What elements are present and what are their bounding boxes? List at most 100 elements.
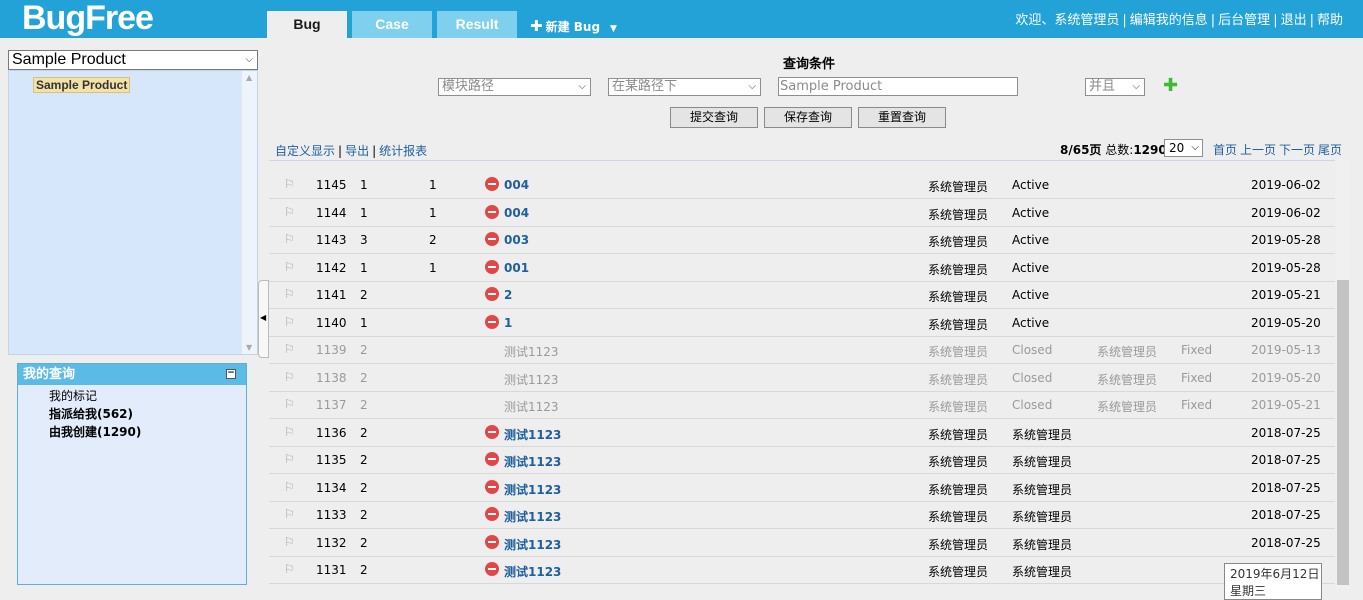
table-scrollbar[interactable] bbox=[1336, 160, 1350, 590]
custom-display-link[interactable]: 自定义显示 bbox=[275, 144, 335, 158]
page-info: 8/65页 总数:1290 bbox=[1060, 141, 1167, 158]
flag-icon[interactable]: ⚐ bbox=[284, 232, 295, 246]
flag-icon[interactable]: ⚐ bbox=[284, 562, 295, 576]
flag-icon[interactable]: ⚐ bbox=[284, 535, 295, 549]
table-row[interactable]: ⚐ 1135 2 测试1123 系统管理员 系统管理员 2018-07-25 bbox=[269, 447, 1335, 474]
help-link[interactable]: 帮助 bbox=[1317, 13, 1343, 28]
query-field-select[interactable]: 模块路径 ⌵ bbox=[438, 78, 591, 96]
bug-title[interactable]: 测试1123 bbox=[504, 426, 561, 443]
tab-bug[interactable]: Bug bbox=[267, 11, 347, 38]
query-operator-select[interactable]: 在某路径下 ⌵ bbox=[608, 78, 761, 96]
table-row[interactable]: ⚐ 1141 2 2 系统管理员 Active 2019-05-21 bbox=[269, 282, 1335, 309]
query-value-input[interactable]: Sample Product bbox=[778, 77, 1018, 96]
bug-id: 1145 bbox=[316, 178, 347, 192]
table-row[interactable]: ⚐ 1137 2 测试1123 系统管理员 Closed 系统管理员 Fixed 2019-05… bbox=[269, 392, 1335, 419]
bug-id: 1132 bbox=[316, 535, 347, 550]
bug-id: 1139 bbox=[316, 343, 347, 357]
product-select[interactable]: Sample Product ⌵ bbox=[8, 50, 258, 70]
flag-icon[interactable]: ⚐ bbox=[284, 370, 295, 384]
bug-title[interactable]: 1 bbox=[504, 316, 512, 330]
bug-table: ⚐ 1145 1 1 004 系统管理员 Active 2019-06-02 ⚐ 1144 1 1 00… bbox=[269, 160, 1335, 590]
severity: 3 bbox=[360, 233, 368, 247]
table-row[interactable]: ⚐ 1131 2 测试1123 系统管理员 系统管理员 bbox=[269, 557, 1335, 584]
report-link[interactable]: 统计报表 bbox=[379, 144, 427, 158]
chevron-down-icon[interactable]: ▼ bbox=[610, 24, 617, 34]
bug-title[interactable]: 测试1123 bbox=[504, 371, 559, 388]
flag-icon[interactable]: ⚐ bbox=[284, 177, 295, 191]
my-query-marked[interactable]: 我的标记 bbox=[49, 387, 246, 405]
flag-icon[interactable]: ⚐ bbox=[284, 452, 295, 466]
bug-title[interactable]: 测试1123 bbox=[504, 508, 561, 525]
submit-query-button[interactable]: 提交查询 bbox=[670, 107, 758, 128]
flag-icon[interactable]: ⚐ bbox=[284, 397, 295, 411]
table-row[interactable]: ⚐ 1142 1 1 001 系统管理员 Active 2019-05-28 bbox=[269, 255, 1335, 282]
active-stop-icon bbox=[485, 314, 499, 329]
bug-title[interactable]: 004 bbox=[504, 206, 529, 220]
scroll-up-icon[interactable]: ▲ bbox=[246, 73, 252, 82]
table-row[interactable]: ⚐ 1138 2 测试1123 系统管理员 Closed 系统管理员 Fixed 2019-05… bbox=[269, 365, 1335, 392]
logout-link[interactable]: 退出 bbox=[1281, 13, 1307, 28]
flag-icon[interactable]: ⚐ bbox=[284, 480, 295, 494]
last-page-link[interactable]: 尾页 bbox=[1318, 143, 1342, 157]
page-size-select[interactable]: 20 ⌵ bbox=[1164, 139, 1203, 157]
bug-id: 1140 bbox=[316, 315, 347, 330]
save-query-button[interactable]: 保存查询 bbox=[764, 107, 852, 128]
first-page-link[interactable]: 首页 bbox=[1213, 143, 1237, 157]
bug-title[interactable]: 测试1123 bbox=[504, 343, 559, 360]
active-stop-icon bbox=[485, 479, 499, 494]
table-row[interactable]: ⚐ 1133 2 测试1123 系统管理员 系统管理员 2018-07-25 bbox=[269, 502, 1335, 529]
table-row[interactable]: ⚐ 1140 1 1 系统管理员 Active 2019-05-20 bbox=[269, 310, 1335, 337]
flag-icon[interactable]: ⚐ bbox=[284, 205, 295, 219]
flag-icon[interactable]: ⚐ bbox=[284, 425, 295, 439]
my-query-created[interactable]: 由我创建(1290) bbox=[49, 423, 246, 441]
bug-title[interactable]: 003 bbox=[504, 233, 529, 247]
tree-node-product[interactable]: Sample Product bbox=[33, 77, 131, 93]
prev-page-link[interactable]: 上一页 bbox=[1240, 143, 1276, 157]
bug-status: Active bbox=[1012, 205, 1050, 220]
collapse-sidebar-button[interactable]: ◀ bbox=[258, 280, 269, 358]
scroll-down-icon[interactable]: ▼ bbox=[246, 343, 252, 352]
flag-icon[interactable]: ⚐ bbox=[284, 507, 295, 521]
add-condition-icon[interactable]: ✚ bbox=[1163, 77, 1178, 95]
reset-query-button[interactable]: 重置查询 bbox=[858, 107, 946, 128]
created-date: 2019-06-02 bbox=[1251, 178, 1321, 192]
bug-status: 系统管理员 bbox=[1012, 427, 1073, 442]
scroll-thumb[interactable] bbox=[1337, 280, 1349, 585]
bug-title[interactable]: 测试1123 bbox=[504, 536, 561, 553]
tab-case[interactable]: Case bbox=[352, 11, 432, 38]
my-query-assigned[interactable]: 指派给我(562) bbox=[49, 405, 246, 423]
table-row[interactable]: ⚐ 1144 1 1 004 系统管理员 Active 2019-06-02 bbox=[269, 200, 1335, 227]
export-link[interactable]: 导出 bbox=[345, 144, 369, 158]
bug-title[interactable]: 001 bbox=[504, 261, 529, 275]
bug-title[interactable]: 2 bbox=[504, 288, 512, 302]
table-row[interactable]: ⚐ 1139 2 测试1123 系统管理员 Closed 系统管理员 Fixed 2019-05… bbox=[269, 337, 1335, 364]
table-row[interactable]: ⚐ 1132 2 测试1123 系统管理员 系统管理员 2018-07-25 bbox=[269, 530, 1335, 557]
minimize-icon[interactable]: − bbox=[226, 369, 236, 379]
created-by: 系统管理员 bbox=[928, 180, 989, 194]
tree-scrollbar[interactable]: ▲ ▼ bbox=[241, 71, 257, 354]
resolution: Fixed bbox=[1181, 370, 1213, 385]
query-logic-select[interactable]: 并且 ⌵ bbox=[1085, 78, 1145, 96]
bug-id: 1134 bbox=[316, 480, 347, 495]
bug-id: 1131 bbox=[316, 563, 347, 577]
new-bug-button[interactable]: ✚ 新建 Bug ▼ bbox=[530, 17, 617, 35]
table-row[interactable]: ⚐ 1145 1 1 004 系统管理员 Active 2019-06-02 bbox=[269, 172, 1335, 199]
table-row[interactable]: ⚐ 1143 3 2 003 系统管理员 Active 2019-05-28 bbox=[269, 227, 1335, 254]
flag-icon[interactable]: ⚐ bbox=[284, 342, 295, 356]
bug-title[interactable]: 004 bbox=[504, 178, 529, 192]
table-row[interactable]: ⚐ 1136 2 测试1123 系统管理员 系统管理员 2018-07-25 bbox=[269, 420, 1335, 447]
bug-title[interactable]: 测试1123 bbox=[504, 563, 561, 580]
flag-icon[interactable]: ⚐ bbox=[284, 287, 295, 301]
bug-title[interactable]: 测试1123 bbox=[504, 453, 561, 470]
table-row[interactable]: ⚐ 1134 2 测试1123 系统管理员 系统管理员 2018-07-25 bbox=[269, 475, 1335, 502]
module-tree: Sample Product ▲ ▼ bbox=[8, 70, 258, 355]
flag-icon[interactable]: ⚐ bbox=[284, 260, 295, 274]
next-page-link[interactable]: 下一页 bbox=[1279, 143, 1315, 157]
bug-title[interactable]: 测试1123 bbox=[504, 398, 559, 415]
tab-result[interactable]: Result bbox=[437, 11, 517, 38]
flag-icon[interactable]: ⚐ bbox=[284, 315, 295, 329]
edit-profile-link[interactable]: 编辑我的信息 bbox=[1130, 13, 1208, 28]
bug-title[interactable]: 测试1123 bbox=[504, 481, 561, 498]
table-tool-links: 自定义显示 | 导出 | 统计报表 bbox=[275, 144, 428, 158]
admin-link[interactable]: 后台管理 bbox=[1218, 13, 1270, 28]
